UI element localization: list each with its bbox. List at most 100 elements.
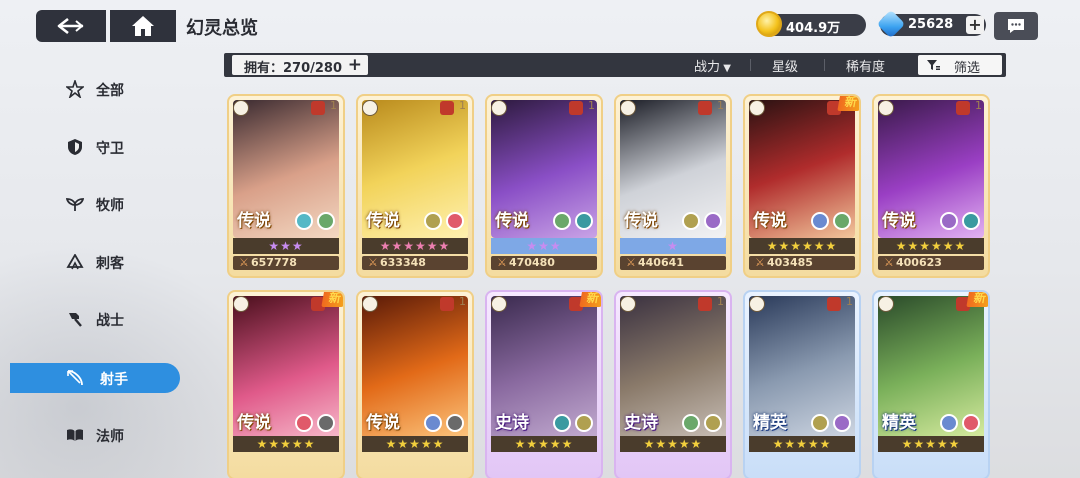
hero-card[interactable]: 1 史诗 ★★★★★ [614, 290, 732, 478]
power-value: ⚔ 657778 [233, 256, 339, 270]
divider [824, 59, 825, 71]
rarity-label: 传说 [366, 211, 400, 231]
archer-class-icon [749, 296, 765, 312]
power-value: ⚔ 403485 [749, 256, 855, 270]
element-icon [682, 212, 700, 230]
hero-card[interactable]: 1新传说★★★★★★⚔403485 [743, 94, 861, 278]
element-icon [940, 212, 958, 230]
power-value: ⚔ 633348 [362, 256, 468, 270]
rarity-label: 传说 [237, 211, 271, 231]
level-icon [698, 101, 712, 115]
sidebar-item-mage[interactable]: 法师 [10, 420, 180, 450]
element-icon [424, 212, 442, 230]
sidebar-item-archer[interactable]: 射手 [10, 363, 180, 393]
hero-card[interactable]: 1 传说 ★ ⚔ 440641 [614, 94, 732, 278]
hero-level: 1 [588, 99, 595, 112]
filter-bar: 拥有：270/280 + 战力 ▼ 星级 稀有度 筛选 [224, 53, 1006, 77]
element-icon [424, 414, 442, 432]
sort-by-star[interactable]: 星级 [772, 56, 798, 75]
sidebar-item-label: 全部 [96, 83, 124, 99]
element-icon [833, 414, 851, 432]
level-icon [956, 101, 970, 115]
sidebar-item-label: 法师 [96, 429, 124, 445]
hero-card[interactable]: 1 传说 ★★★★★★ ⚔ 633348 [356, 94, 474, 278]
crossed-swords-icon: ⚔ [497, 256, 507, 269]
warrior-icon [66, 310, 84, 328]
archer-class-icon [491, 296, 507, 312]
element-icon [295, 414, 313, 432]
sidebar-item-assassin[interactable]: 刺客 [10, 247, 180, 277]
element-icon [704, 212, 722, 230]
home-button[interactable] [110, 10, 176, 42]
hero-card[interactable]: 1 传说 ★★★ ⚔ 470480 [485, 94, 603, 278]
hero-card[interactable]: 1新传说★★★★★ [227, 290, 345, 478]
sort-desc-icon: ▼ [720, 63, 731, 74]
element-icon [553, 212, 571, 230]
level-icon [311, 101, 325, 115]
shield-icon [66, 138, 84, 156]
hero-card[interactable]: 1 精英 ★★★★★ [743, 290, 861, 478]
element-icon [575, 212, 593, 230]
star-rating: ★★★★★ [233, 436, 339, 452]
rarity-label: 传说 [237, 413, 271, 433]
element-icon [940, 414, 958, 432]
rarity-label: 传说 [495, 211, 529, 231]
hero-level: 1 [459, 99, 466, 112]
archer-class-icon [233, 100, 249, 116]
priest-icon [66, 195, 84, 213]
chat-button[interactable] [994, 12, 1038, 40]
element-icon [962, 212, 980, 230]
sidebar-item-priest[interactable]: 牧师 [10, 189, 180, 219]
sort-by-power[interactable]: 战力 ▼ [694, 56, 731, 75]
star-rating: ★★★★★ [362, 436, 468, 452]
add-gems-button[interactable]: + [966, 16, 984, 34]
archer-class-icon [878, 100, 894, 116]
owned-count-box[interactable]: 拥有：270/280 + [232, 55, 368, 76]
archer-class-icon [362, 296, 378, 312]
sidebar-item-guardian[interactable]: 守卫 [10, 132, 180, 162]
expand-capacity-button[interactable]: + [348, 55, 362, 75]
element-icon [553, 414, 571, 432]
divider [750, 59, 751, 71]
archer-class-icon [749, 100, 765, 116]
hero-card[interactable]: 1 传说 ★★★★★★ ⚔ 400623 [872, 94, 990, 278]
level-icon [698, 297, 712, 311]
filter-button[interactable]: 筛选 [918, 55, 1002, 76]
hero-level: 1 [459, 295, 466, 308]
star-rating: ★★★★★ [620, 436, 726, 452]
gold-amount: 404.9万 [786, 21, 841, 36]
crossed-swords-icon: ⚔ [755, 256, 765, 269]
star-rating: ★★★ [233, 238, 339, 254]
element-icon [295, 212, 313, 230]
sidebar-item-label: 战士 [96, 313, 124, 329]
element-icon [682, 414, 700, 432]
back-button[interactable] [36, 10, 106, 42]
new-badge: 新 [837, 96, 859, 111]
element-icon [317, 414, 335, 432]
hero-card[interactable]: 1 传说 ★★★★★ [356, 290, 474, 478]
archer-icon [66, 369, 84, 387]
hero-card[interactable]: 1 传说 ★★★ ⚔ 657778 [227, 94, 345, 278]
hero-card[interactable]: 1新精英★★★★★ [872, 290, 990, 478]
filter-icon [927, 60, 940, 70]
hero-card[interactable]: 1新史诗★★★★★ [485, 290, 603, 478]
assassin-icon [66, 253, 84, 271]
star-rating: ★★★★★★ [749, 238, 855, 254]
back-arrow-icon [57, 17, 84, 35]
star-rating: ★★★★★★ [878, 238, 984, 254]
filter-label: 筛选 [954, 61, 981, 76]
rarity-label: 传说 [753, 211, 787, 231]
archer-class-icon [620, 100, 636, 116]
sort-by-rarity[interactable]: 稀有度 [846, 56, 885, 75]
home-icon [132, 16, 154, 36]
power-value: ⚔ 440641 [620, 256, 726, 270]
hero-level: 1 [846, 295, 853, 308]
hero-level: 1 [975, 99, 982, 112]
archer-class-icon [233, 296, 249, 312]
level-icon [440, 297, 454, 311]
level-icon [440, 101, 454, 115]
power-value: ⚔ 400623 [878, 256, 984, 270]
sidebar-item-warrior[interactable]: 战士 [10, 304, 180, 334]
rarity-label: 传说 [882, 211, 916, 231]
sidebar-item-all[interactable]: 全部 [10, 74, 180, 104]
